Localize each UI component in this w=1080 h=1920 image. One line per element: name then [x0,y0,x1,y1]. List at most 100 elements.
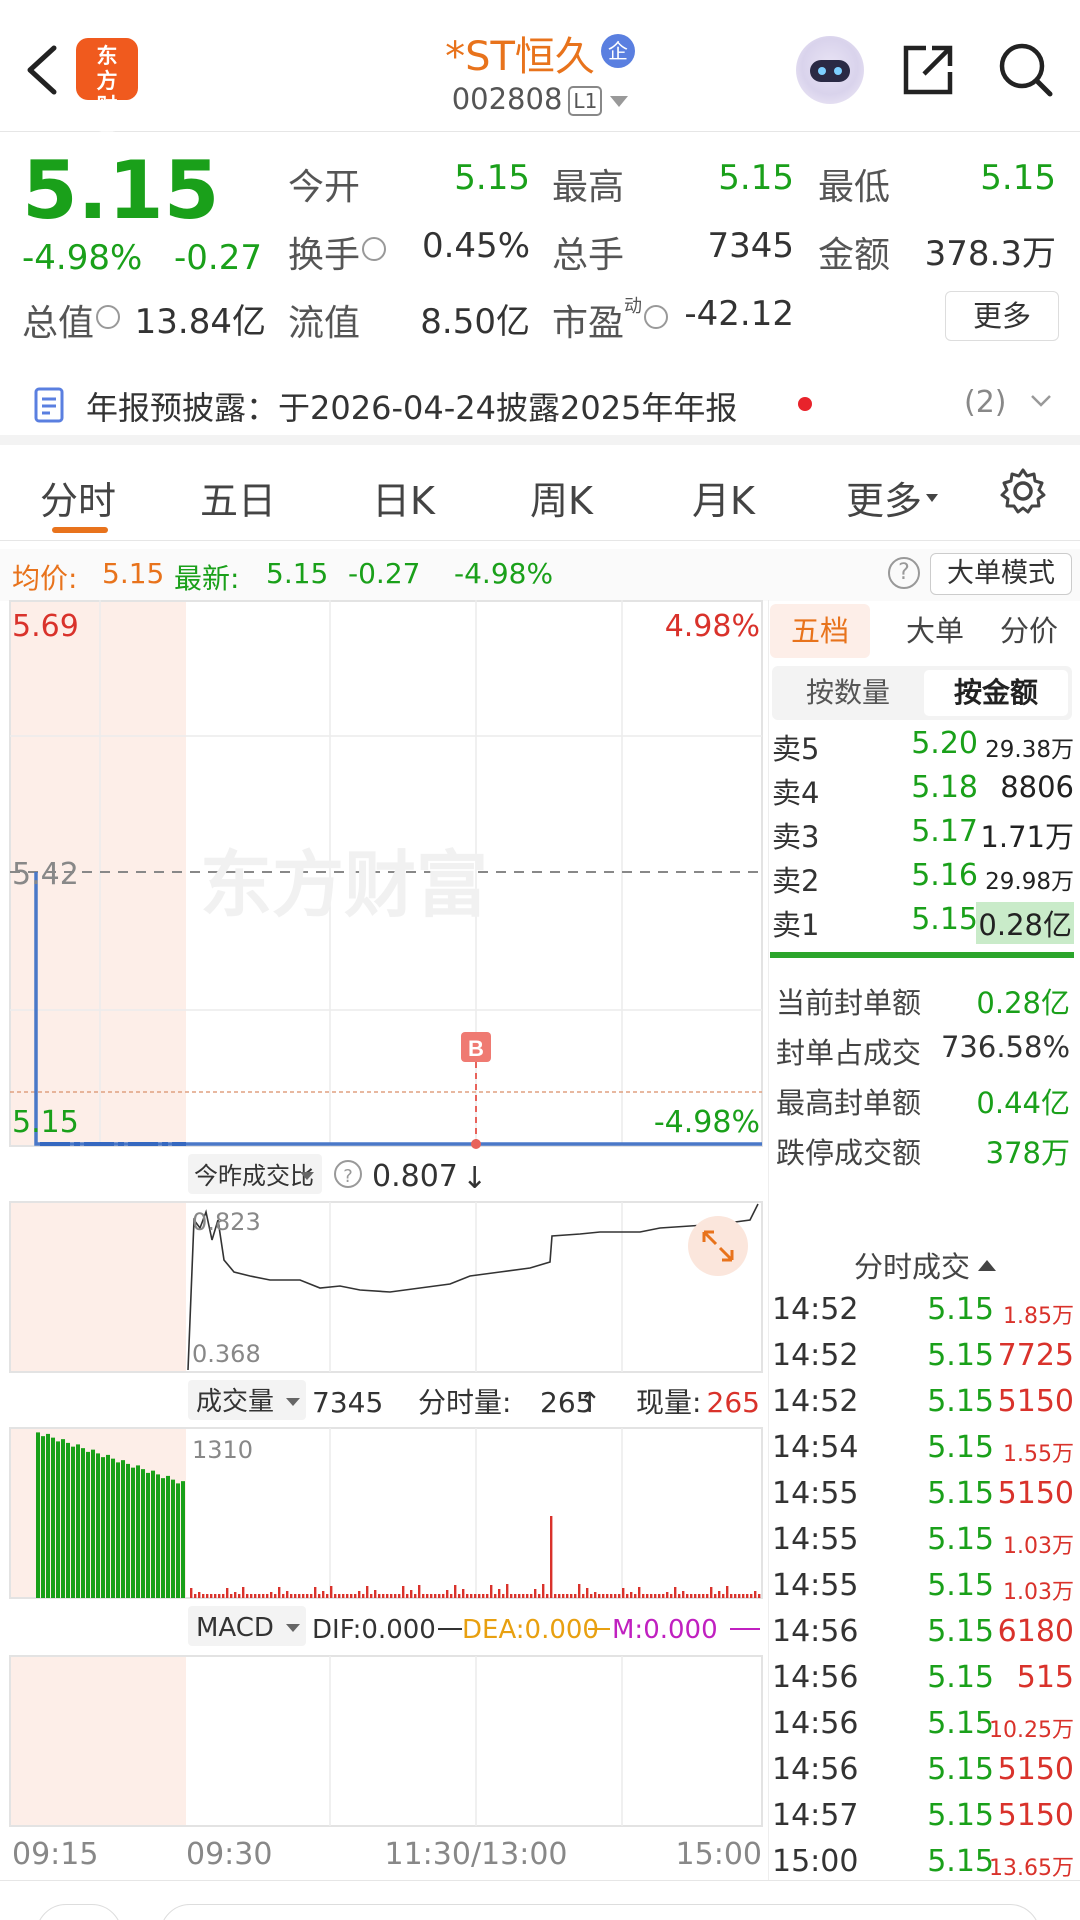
sell-level-amount: 29.98万 [985,869,1074,895]
subtab-by-quantity[interactable]: 按数量 [776,670,920,716]
volume-bar [370,1594,373,1598]
tab-monthly-k[interactable]: 月K [692,470,755,525]
trade-volume: 5150 [997,1752,1074,1787]
volume-bar [194,1594,197,1598]
tab-more[interactable]: 更多 [846,470,939,525]
trade-time: 14:52 [772,1292,859,1327]
help-icon[interactable]: ? [888,557,920,589]
volume-bar [594,1592,597,1598]
ratio-min: 0.368 [192,1340,261,1368]
volume-bar [562,1594,565,1598]
volume-bar [634,1594,637,1598]
side-tab-big-orders[interactable]: 大单 [890,604,980,658]
share-icon[interactable] [900,42,956,98]
announcement-bar[interactable]: 年报预披露：于2026-04-24披露2025年年报 (2) [0,365,1080,445]
volume-bar [161,1478,165,1598]
stock-code: 002808 [451,82,563,116]
low-value: 5.15 [980,158,1056,198]
volume-bar [598,1594,601,1598]
volume-bar [71,1446,75,1598]
volume-bar [358,1591,361,1598]
volume-bar [218,1594,221,1598]
trade-row: 14:56 5.15 10.25万 [770,1704,1080,1750]
volume-bar [638,1587,641,1598]
volume-bar [190,1588,193,1598]
macd-label: MACD [196,1613,274,1643]
volume-bar [734,1594,737,1598]
volume-bar [286,1591,289,1598]
trade-time: 14:56 [772,1752,859,1787]
volume-bar [366,1586,369,1598]
volume-bar [518,1594,521,1598]
volume-bar [270,1592,273,1598]
sell-level-row[interactable]: 卖1 5.15 0.28亿 [770,900,1080,944]
expand-icon[interactable] [688,1216,748,1276]
volume-bar [498,1589,501,1598]
stock-code-row[interactable]: 002808 L1 [300,82,780,116]
volume-bar [76,1444,80,1598]
search-icon[interactable] [996,40,1056,100]
volume-bar [722,1594,725,1598]
trade-price: 5.15 [927,1568,994,1603]
volume-bar [718,1591,721,1598]
app-logo: 东方财富 [76,38,138,143]
mktcap-label: 总值 [22,294,121,346]
volume-bar [478,1594,481,1598]
turnover-value: 0.45% [421,226,530,266]
sell-level-row[interactable]: 卖2 5.16 29.98万 [770,856,1080,900]
volume-bar [91,1449,95,1598]
side-tab-price-dist[interactable]: 分价 [984,604,1074,658]
seal-stat-value: 736.58% [940,1030,1070,1064]
trade-row: 14:56 5.15 5150 [770,1750,1080,1796]
volume-bar [534,1589,537,1598]
volume-bar [702,1594,705,1598]
volume-bar [494,1594,497,1598]
low-label: 最低 [818,167,891,208]
trade-price: 5.15 [927,1292,994,1327]
volume-bar [742,1594,745,1598]
volume-bar [614,1594,617,1598]
volume-bar [482,1594,485,1598]
big-order-mode-button[interactable]: 大单模式 [930,553,1072,595]
sell-level-row[interactable]: 卖3 5.17 1.71万 [770,812,1080,856]
tab-daily-k[interactable]: 日K [372,470,435,525]
volume-bar [51,1437,55,1598]
trade-price: 5.15 [927,1522,994,1557]
stock-title: *ST恒久 [445,34,595,80]
more-button[interactable]: 更多 [945,291,1059,341]
volume-bar [458,1594,461,1598]
watermark: 东方财富 [200,843,488,927]
volume-bar [214,1594,217,1598]
sell-level-row[interactable]: 卖4 5.18 8806 [770,768,1080,812]
trade-price: 5.15 [927,1844,994,1879]
bottom-input-bar[interactable] [160,1904,1040,1920]
tab-weekly-k[interactable]: 周K [530,470,593,525]
volume-value: 7345 [312,1386,383,1419]
sell-divider [770,952,1074,958]
tab-intraday[interactable]: 分时 [40,470,116,525]
logo-text: 东方财富 [96,44,118,143]
change-percent: -4.98% [22,238,143,278]
volume-bar [402,1586,405,1598]
side-tab-five-levels[interactable]: 五档 [770,604,870,658]
subtab-by-amount[interactable]: 按金额 [924,670,1068,716]
bottom-divider [0,1880,1080,1881]
volume-bar [278,1587,281,1598]
volume-value: 7345 [707,226,794,266]
trades-title[interactable]: 分时成交 [770,1244,1080,1286]
sell-level-price: 5.20 [911,726,978,761]
bottom-button-left[interactable] [36,1904,122,1920]
sell-level-row[interactable]: 卖5 5.20 29.38万 [770,724,1080,768]
announcement-count: (2) [964,385,1007,420]
back-icon[interactable] [22,44,62,96]
intraday-chart[interactable]: B 东方财富 5.69 4.98% 5.42 5.15 -4.98% 今昨成交比… [0,600,766,1870]
tab-five-day[interactable]: 五日 [200,470,276,525]
assistant-robot-icon[interactable] [796,36,864,104]
volume-bar [350,1594,353,1598]
volume-bar [390,1594,393,1598]
settings-gear-icon[interactable] [998,466,1048,516]
volume-bar [682,1591,685,1598]
volume-bar [558,1594,561,1598]
volume-bar [446,1590,449,1598]
level-badge: L1 [568,86,603,116]
